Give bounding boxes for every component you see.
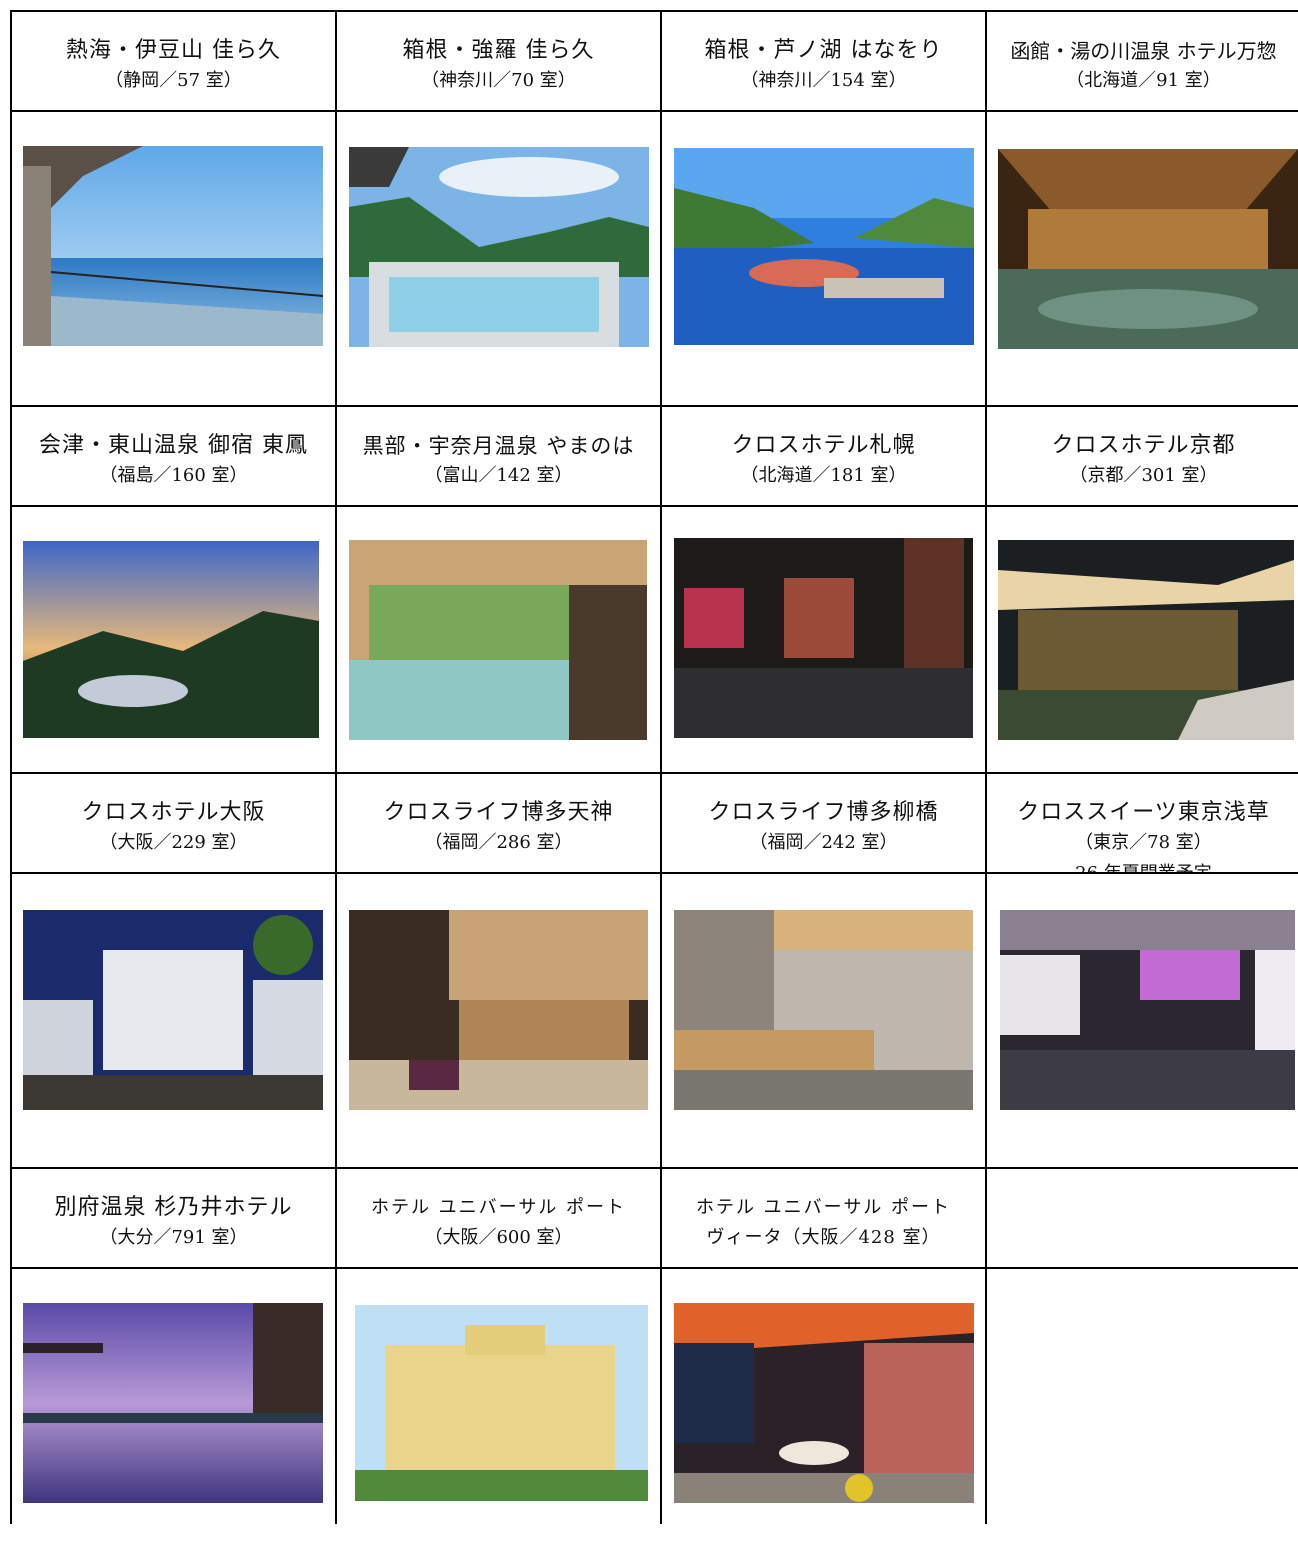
hotel-name-cell: ホテル ユニバーサル ポート （大阪／600 室） (337, 1169, 662, 1269)
hotel-name-cell: クロスライフ博多柳橋 （福岡／242 室） (662, 774, 987, 874)
hotel-photo-cell (987, 112, 1298, 407)
hotel-photo-cell (987, 507, 1298, 774)
hotel-photo-cell (987, 874, 1298, 1169)
hotel-rooms: ヴィータ（大阪／428 室） (706, 1227, 941, 1248)
hotel-name-cell: 函館・湯の川温泉 ホテル万惣 （北海道／91 室） (987, 12, 1298, 112)
hotel-rooms: （福岡／242 室） (749, 832, 898, 853)
hotel-rooms: （福島／160 室） (99, 465, 248, 486)
hotel-name: 箱根・強羅 佳ら久 (402, 38, 595, 63)
empty-cell (987, 1169, 1298, 1269)
purple-lobby-rendering-photo (1000, 910, 1295, 1110)
sunset-outdoor-bath-photo (23, 541, 319, 738)
hotel-photo-cell (12, 112, 337, 407)
hotel-name-cell: クロスホテル京都 （京都／301 室） (987, 407, 1298, 507)
indoor-bath-forest-view-photo (349, 540, 647, 740)
hotel-entrance-night-photo (998, 540, 1294, 740)
hotel-photo-cell (337, 507, 662, 774)
hotel-photo-cell (12, 1269, 337, 1524)
hotel-name-cell: 熱海・伊豆山 佳ら久 （静岡／57 室） (12, 12, 337, 112)
hotel-name-cell: 箱根・強羅 佳ら久 （神奈川／70 室） (337, 12, 662, 112)
hotel-name-cell: 会津・東山温泉 御宿 東鳳 （福島／160 室） (12, 407, 337, 507)
hotel-lobby-warm-photo (349, 910, 648, 1110)
hotel-name-cell: ホテル ユニバーサル ポート ヴィータ（大阪／428 室） (662, 1169, 987, 1269)
hotel-photo-cell (662, 112, 987, 407)
hotel-name-cell: クロスホテル札幌 （北海道／181 室） (662, 407, 987, 507)
hotel-name: クロスライフ博多天神 (383, 800, 614, 825)
hotel-name-cell: クロスライフ博多天神 （福岡／286 室） (337, 774, 662, 874)
hotel-list-table: 熱海・伊豆山 佳ら久 （静岡／57 室） 箱根・強羅 佳ら久 （神奈川／70 室… (10, 10, 1298, 1524)
hotel-rooms: （東京／78 室） (1075, 832, 1212, 853)
infinity-pool-sea-photo (23, 146, 323, 346)
hotel-name: クロスホテル大阪 (81, 800, 266, 825)
hotel-name: クロスライフ博多柳橋 (708, 800, 939, 825)
hotel-photo-cell (12, 507, 337, 774)
hotel-rooms: （神奈川／70 室） (421, 70, 576, 91)
twilight-infinity-bath-photo (23, 1303, 323, 1503)
hotel-name: クロススイーツ東京浅草 (1017, 800, 1270, 825)
hotel-lounge-photo (674, 538, 973, 738)
hotel-name-cell: 黒部・宇奈月温泉 やまのは （富山／142 室） (337, 407, 662, 507)
rooftop-pool-mountains-photo (349, 147, 649, 347)
hotel-rooms: （富山／142 室） (424, 465, 573, 486)
hotel-name: クロスホテル京都 (1051, 433, 1236, 458)
hotel-name: 函館・湯の川温泉 ホテル万惣 (1010, 39, 1277, 63)
empty-cell (987, 1269, 1298, 1524)
hotel-rooms: （神奈川／154 室） (740, 70, 907, 91)
hotel-photo-cell (12, 874, 337, 1169)
hotel-photo-cell (337, 874, 662, 1169)
hotel-rooms: （京都／301 室） (1069, 465, 1218, 486)
hotel-lobby-wood-lattice-photo (674, 910, 973, 1110)
hotel-name: ホテル ユニバーサル ポート (370, 1197, 627, 1218)
hotel-name-cell: 別府温泉 杉乃井ホテル （大分／791 室） (12, 1169, 337, 1269)
hotel-photo-cell (337, 112, 662, 407)
hotel-name: 会津・東山温泉 御宿 東鳳 (39, 433, 308, 458)
hotel-name: 黒部・宇奈月温泉 やまのは (362, 434, 635, 458)
hotel-photo-cell (337, 1269, 662, 1524)
hotel-photo-cell (662, 874, 987, 1169)
hotel-photo-cell (662, 507, 987, 774)
hotel-rooms: （大阪／229 室） (99, 832, 248, 853)
hotel-name: 箱根・芦ノ湖 はなをり (704, 38, 943, 63)
opening-note: 26 年夏開業予定 (1075, 863, 1212, 874)
hotel-rooms: （静岡／57 室） (105, 70, 242, 91)
hotel-name: ホテル ユニバーサル ポート (695, 1197, 952, 1218)
hotel-photo-cell (662, 1269, 987, 1524)
wooden-bath-hall-photo (998, 149, 1298, 349)
hotel-name-cell: クロススイーツ東京浅草 （東京／78 室） 26 年夏開業予定 (987, 774, 1298, 874)
hotel-rooms: （福岡／286 室） (424, 832, 573, 853)
hotel-rooms: （大阪／600 室） (424, 1227, 573, 1248)
hotel-rooms: （北海道／181 室） (740, 465, 907, 486)
hotel-name: クロスホテル札幌 (731, 433, 916, 458)
lake-infinity-pool-photo (674, 148, 974, 345)
hotel-building-night-photo (23, 910, 323, 1110)
hotel-building-day-photo (355, 1305, 648, 1501)
hotel-name-cell: 箱根・芦ノ湖 はなをり （神奈川／154 室） (662, 12, 987, 112)
hotel-name: 熱海・伊豆山 佳ら久 (66, 38, 281, 63)
hotel-name: 別府温泉 杉乃井ホテル (54, 1195, 293, 1220)
hotel-rooms: （北海道／91 室） (1066, 70, 1221, 91)
hotel-rooms: （大分／791 室） (99, 1227, 248, 1248)
guest-room-bunk-photo (674, 1303, 974, 1503)
hotel-name-cell: クロスホテル大阪 （大阪／229 室） (12, 774, 337, 874)
